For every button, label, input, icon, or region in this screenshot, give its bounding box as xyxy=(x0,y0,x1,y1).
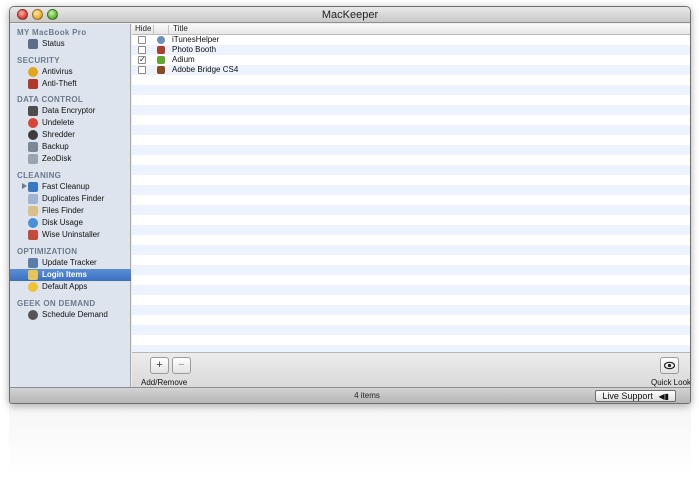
backup-icon xyxy=(28,142,38,152)
sidebar-item-duplicates-finder[interactable]: Duplicates Finder xyxy=(10,194,131,205)
itunes-helper-icon xyxy=(157,36,165,44)
table-header: Hide Title xyxy=(132,24,690,35)
biohazard-icon xyxy=(28,67,38,77)
adobe-bridge-icon xyxy=(157,66,165,74)
sidebar-item-shredder[interactable]: Shredder xyxy=(10,130,131,141)
sidebar-item-label: Undelete xyxy=(42,118,75,127)
sidebar-item-label: Schedule Demand xyxy=(42,310,108,319)
column-separator[interactable] xyxy=(168,25,169,34)
disk-icon xyxy=(28,154,38,164)
disclosure-triangle-icon[interactable] xyxy=(22,183,27,189)
row-title: Adobe Bridge CS4 xyxy=(172,65,239,74)
hide-checkbox[interactable] xyxy=(138,46,146,54)
table-row[interactable]: Adobe Bridge CS4 xyxy=(132,65,690,75)
row-title: Photo Booth xyxy=(172,45,217,54)
sidebar-item-label: Fast Cleanup xyxy=(42,182,90,191)
sidebar-item-update-tracker[interactable]: Update Tracker xyxy=(10,258,131,269)
quick-look-button[interactable] xyxy=(660,357,679,374)
lifebuoy-icon xyxy=(28,118,38,128)
sidebar-item-label: Default Apps xyxy=(42,282,88,291)
table-row[interactable]: ✓ Adium xyxy=(132,55,690,65)
sidebar-item-disk-usage[interactable]: Disk Usage xyxy=(10,218,131,229)
hide-checkbox[interactable] xyxy=(138,36,146,44)
shredder-icon xyxy=(28,130,38,140)
login-items-icon xyxy=(28,270,38,280)
sidebar-item-data-encryptor[interactable]: Data Encryptor xyxy=(10,106,131,117)
fast-cleanup-icon xyxy=(28,182,38,192)
monitor-icon xyxy=(28,39,38,49)
column-separator[interactable] xyxy=(153,25,154,34)
main-panel: Hide Title iTunesHelper Photo Booth ✓ Ad… xyxy=(132,24,690,387)
login-items-list: iTunesHelper Photo Booth ✓ Adium Adobe B… xyxy=(132,35,690,352)
speaker-icon: ◀▮ xyxy=(658,392,669,401)
sidebar-item-label: Disk Usage xyxy=(42,218,83,227)
sidebar-item-status[interactable]: Status xyxy=(10,39,131,50)
sidebar-item-anti-theft[interactable]: Anti-Theft xyxy=(10,79,131,90)
title-bar[interactable]: MacKeeper xyxy=(10,7,690,23)
add-remove-label: Add/Remove xyxy=(141,378,188,387)
sidebar-item-label: Update Tracker xyxy=(42,258,97,267)
sidebar-item-label: Duplicates Finder xyxy=(42,194,105,203)
add-button[interactable]: + xyxy=(150,357,169,374)
photo-booth-icon xyxy=(157,46,165,54)
status-bar: 4 items Live Support ◀▮ xyxy=(10,387,690,403)
window-reflection xyxy=(9,406,691,476)
duplicates-icon xyxy=(28,194,38,204)
uninstaller-icon xyxy=(28,230,38,240)
eye-icon xyxy=(663,361,676,370)
hide-checkbox[interactable] xyxy=(138,66,146,74)
live-support-label: Live Support xyxy=(602,391,653,401)
sidebar-item-label: Shredder xyxy=(42,130,75,139)
sidebar-item-label: Login Items xyxy=(42,270,87,279)
quick-look-label: Quick Look xyxy=(651,378,691,387)
live-support-button[interactable]: Live Support ◀▮ xyxy=(595,390,676,402)
section-header-optimization: OPTIMIZATION xyxy=(17,247,78,256)
schedule-icon xyxy=(28,310,38,320)
encryptor-icon xyxy=(28,106,38,116)
sidebar-item-label: Status xyxy=(42,39,65,48)
sidebar-item-label: Wise Uninstaller xyxy=(42,230,100,239)
sidebar: MY MacBook Pro Status SECURITY Antivirus… xyxy=(10,24,131,387)
hide-checkbox[interactable]: ✓ xyxy=(138,56,146,64)
mackeeper-window: MacKeeper MY MacBook Pro Status SECURITY… xyxy=(9,6,691,404)
remove-button[interactable]: − xyxy=(172,357,191,374)
pie-chart-icon xyxy=(28,218,38,228)
sidebar-item-label: ZeoDisk xyxy=(42,154,72,163)
update-icon xyxy=(28,258,38,268)
section-header-cleaning: CLEANING xyxy=(17,171,62,180)
section-header-data-control: DATA CONTROL xyxy=(17,95,84,104)
sidebar-item-label: Files Finder xyxy=(42,206,84,215)
sidebar-item-label: Backup xyxy=(42,142,69,151)
thief-icon xyxy=(28,79,38,89)
sidebar-item-files-finder[interactable]: Files Finder xyxy=(10,206,131,217)
column-header-title[interactable]: Title xyxy=(173,24,188,33)
sidebar-item-label: Anti-Theft xyxy=(42,79,77,88)
default-apps-icon xyxy=(28,282,38,292)
sidebar-item-undelete[interactable]: Undelete xyxy=(10,118,131,129)
sidebar-item-label: Data Encryptor xyxy=(42,106,96,115)
row-title: iTunesHelper xyxy=(172,35,220,44)
adium-icon xyxy=(157,56,165,64)
section-header-security: SECURITY xyxy=(17,56,60,65)
table-row[interactable]: Photo Booth xyxy=(132,45,690,55)
row-title: Adium xyxy=(172,55,195,64)
list-toolbar: + − Add/Remove Quick Look xyxy=(132,352,690,387)
sidebar-item-login-items[interactable]: Login Items xyxy=(10,269,131,281)
sidebar-item-label: Antivirus xyxy=(42,67,73,76)
sidebar-item-antivirus[interactable]: Antivirus xyxy=(10,67,131,78)
sidebar-item-zeodisk[interactable]: ZeoDisk xyxy=(10,154,131,165)
column-header-hide[interactable]: Hide xyxy=(135,24,151,33)
section-header-my-macbook: MY MacBook Pro xyxy=(17,28,87,37)
table-row[interactable]: iTunesHelper xyxy=(132,35,690,45)
window-title: MacKeeper xyxy=(321,9,379,21)
sidebar-item-fast-cleanup[interactable]: Fast Cleanup xyxy=(10,182,131,193)
sidebar-item-backup[interactable]: Backup xyxy=(10,142,131,153)
sidebar-item-schedule-demand[interactable]: Schedule Demand xyxy=(10,310,131,321)
sidebar-item-default-apps[interactable]: Default Apps xyxy=(10,282,131,293)
item-count: 4 items xyxy=(354,391,380,400)
sidebar-item-wise-uninstaller[interactable]: Wise Uninstaller xyxy=(10,230,131,241)
section-header-geek-on-demand: GEEK ON DEMAND xyxy=(17,299,96,308)
files-icon xyxy=(28,206,38,216)
